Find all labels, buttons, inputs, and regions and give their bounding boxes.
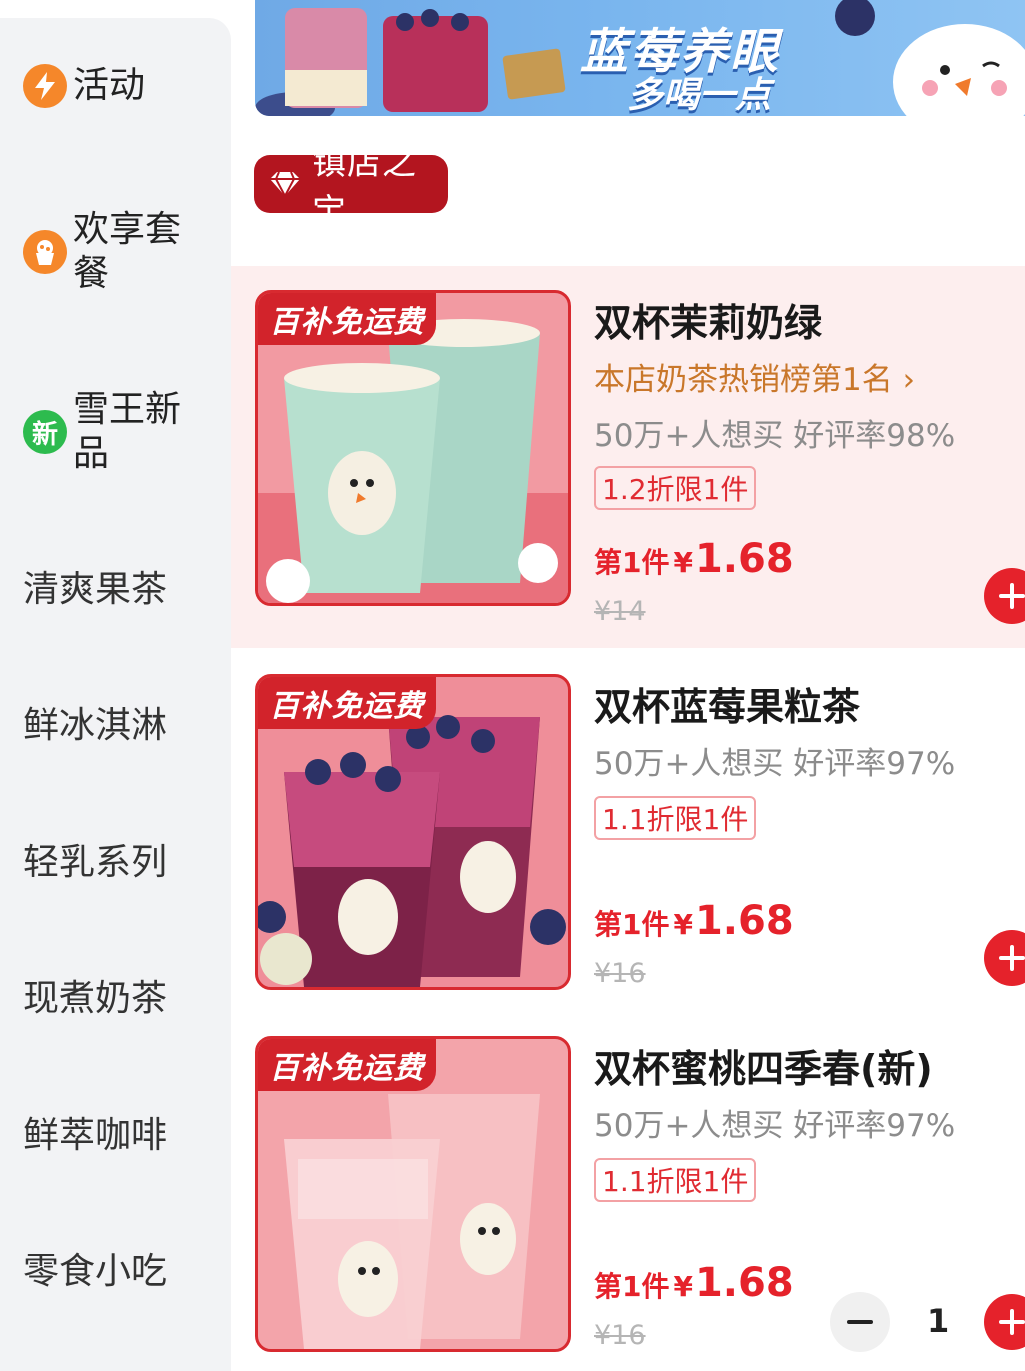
sidebar-item-ice-cream[interactable]: 鲜冰淇淋 xyxy=(0,704,231,748)
original-price: ¥16 xyxy=(594,958,646,989)
diamond-icon xyxy=(268,170,302,198)
product-price: 第1件 ¥ 1.68 xyxy=(594,1260,794,1306)
product-image[interactable]: 百补免运费 xyxy=(255,290,571,606)
product-card[interactable]: 百补免运费 双杯茉莉奶绿 本店奶茶热销榜第1名 › 50万+人想买 好评率98%… xyxy=(231,266,1025,648)
sidebar-item-milk-tea[interactable]: 现煮奶茶 xyxy=(0,977,231,1021)
price-label: 第1件 xyxy=(594,546,670,579)
section-title: 镇店之宝 xyxy=(312,143,417,232)
promo-tag: 百补免运费 xyxy=(258,293,436,345)
product-stats: 50万+人想买 好评率97% xyxy=(594,746,956,782)
sidebar-item-new-products[interactable]: 新 雪王新品 xyxy=(0,388,231,476)
currency-symbol: ¥ xyxy=(673,1270,693,1303)
price-value: 1.68 xyxy=(694,536,794,582)
sidebar-item-coffee[interactable]: 鲜萃咖啡 xyxy=(0,1114,231,1158)
product-stats: 50万+人想买 好评率97% xyxy=(594,1108,956,1144)
plus-icon xyxy=(999,945,1025,971)
currency-symbol: ¥ xyxy=(673,546,693,579)
original-price: ¥16 xyxy=(594,1320,646,1351)
category-sidebar: 活动 欢享套餐 新 雪王新品 清爽果茶 鲜冰淇淋 轻乳系列 现煮奶茶 鲜萃咖啡 … xyxy=(0,18,231,1371)
product-card[interactable]: 百补免运费 双杯蓝莓果粒茶 50万+人想买 好评率97% 1.1折限1件 第1件… xyxy=(231,650,1025,1032)
decrease-quantity-button[interactable] xyxy=(830,1292,890,1352)
minus-icon xyxy=(847,1320,873,1324)
product-stats: 50万+人想买 好评率98% xyxy=(594,418,956,454)
promo-tag: 百补免运费 xyxy=(258,1039,436,1091)
promo-banner[interactable]: 蓝莓养眼 多喝一点 xyxy=(255,0,1025,116)
sidebar-item-label: 轻乳系列 xyxy=(23,842,168,883)
promo-tag: 百补免运费 xyxy=(258,677,436,729)
price-value: 1.68 xyxy=(694,898,794,944)
product-card[interactable]: 百补免运费 双杯蜜桃四季春(新) 50万+人想买 好评率97% 1.1折限1件 … xyxy=(231,1012,1025,1371)
sidebar-item-activities[interactable]: 活动 xyxy=(0,64,231,108)
sidebar-item-snacks[interactable]: 零食小吃 xyxy=(0,1250,231,1294)
sidebar-item-combo-meals[interactable]: 欢享套餐 xyxy=(0,208,231,296)
lightning-icon xyxy=(23,64,67,108)
plus-icon xyxy=(999,583,1025,609)
sidebar-item-label: 鲜冰淇淋 xyxy=(23,705,168,746)
discount-tag: 1.2折限1件 xyxy=(594,466,757,510)
sidebar-item-label: 活动 xyxy=(73,65,146,106)
product-image[interactable]: 百补免运费 xyxy=(255,1036,571,1352)
banner-subline: 多喝一点 xyxy=(627,75,772,116)
price-label: 第1件 xyxy=(594,1270,670,1303)
sidebar-item-light-milk[interactable]: 轻乳系列 xyxy=(0,841,231,885)
currency-symbol: ¥ xyxy=(673,908,693,941)
new-badge-icon: 新 xyxy=(23,410,67,454)
discount-tag: 1.1折限1件 xyxy=(594,796,757,840)
sidebar-item-label: 雪王新品 xyxy=(73,389,182,474)
product-name[interactable]: 双杯蓝莓果粒茶 xyxy=(594,676,860,731)
sidebar-item-fruit-tea[interactable]: 清爽果茶 xyxy=(0,568,231,612)
quantity-value: 1 xyxy=(927,1302,950,1340)
sidebar-item-label: 现煮奶茶 xyxy=(23,978,168,1019)
discount-tag: 1.1折限1件 xyxy=(594,1158,757,1202)
increase-quantity-button[interactable] xyxy=(984,1294,1025,1350)
product-name[interactable]: 双杯蜜桃四季春(新) xyxy=(594,1038,933,1093)
cupcake-icon xyxy=(23,230,67,274)
add-to-cart-button[interactable] xyxy=(984,568,1025,624)
product-price: 第1件 ¥ 1.68 xyxy=(594,536,794,582)
product-name[interactable]: 双杯茉莉奶绿 xyxy=(594,292,822,347)
product-image[interactable]: 百补免运费 xyxy=(255,674,571,990)
add-to-cart-button[interactable] xyxy=(984,930,1025,986)
section-title-badge: 镇店之宝 xyxy=(254,143,448,232)
original-price: ¥14 xyxy=(594,596,646,627)
price-value: 1.68 xyxy=(694,1260,794,1306)
sidebar-item-label: 鲜萃咖啡 xyxy=(23,1115,168,1156)
ranking-link[interactable]: 本店奶茶热销榜第1名 › xyxy=(594,354,915,399)
product-price: 第1件 ¥ 1.68 xyxy=(594,898,794,944)
plus-icon xyxy=(999,1309,1025,1335)
sidebar-item-label: 欢享套餐 xyxy=(73,209,182,294)
price-label: 第1件 xyxy=(594,908,670,941)
sidebar-item-label: 清爽果茶 xyxy=(23,569,168,610)
sidebar-item-label: 零食小吃 xyxy=(23,1251,168,1292)
